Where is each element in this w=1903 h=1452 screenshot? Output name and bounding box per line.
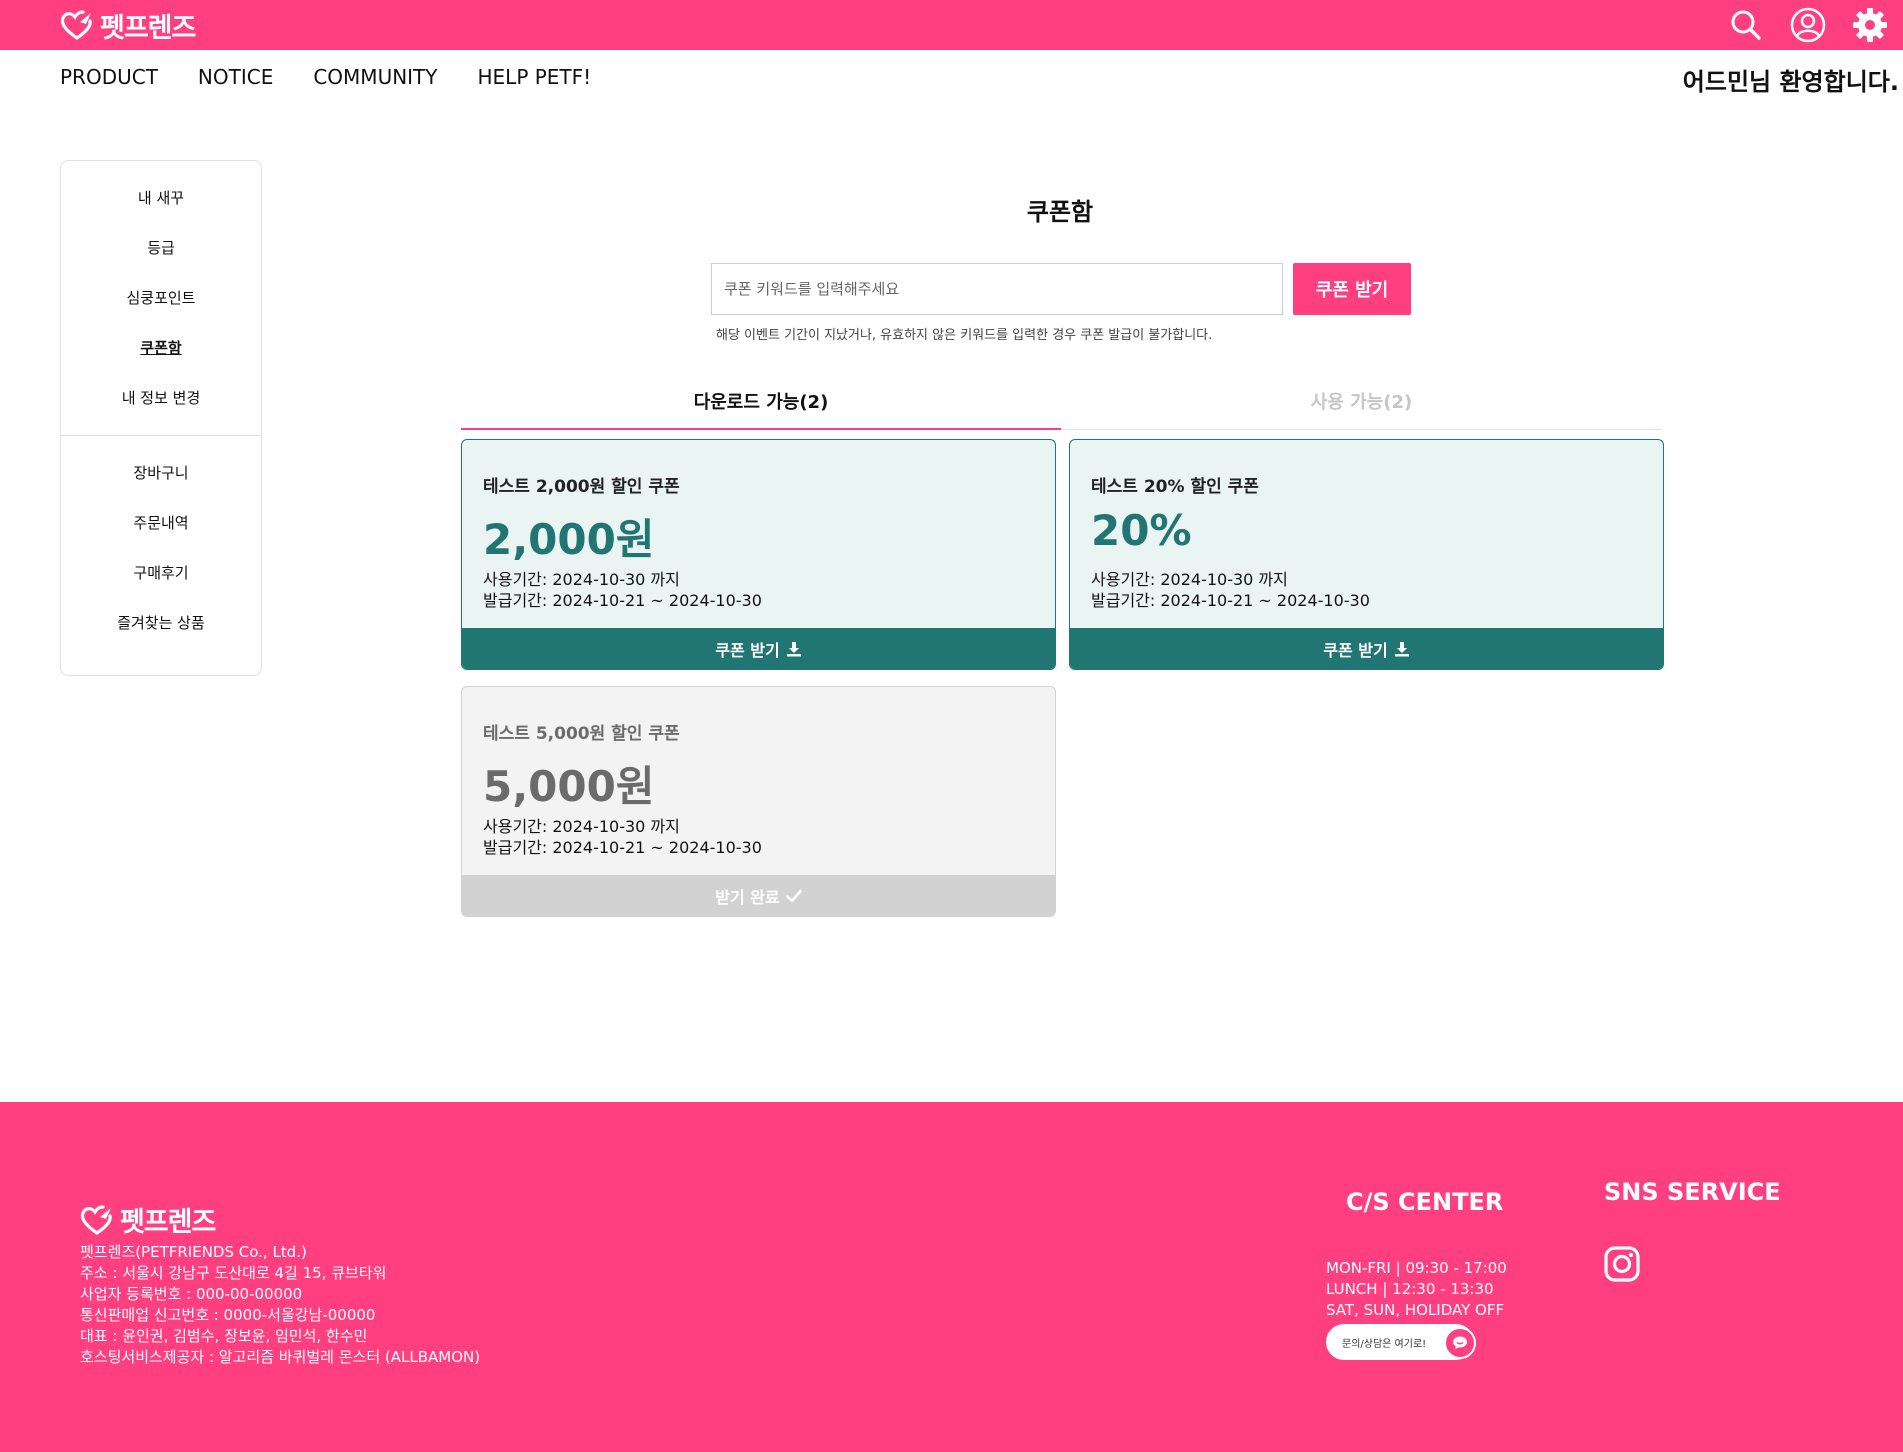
mypage-sidebar: 내 새꾸 등급 심쿵포인트 쿠폰함 내 정보 변경 장바구니 주문내역 구매후기… [60,160,262,676]
chat-bubble-icon [1444,1327,1476,1359]
download-icon [1394,641,1409,656]
coupon-download-button[interactable]: 쿠폰 받기 [1070,628,1663,669]
download-icon [786,641,801,656]
coupon-name: 테스트 5,000원 할인 쿠폰 [483,724,680,744]
cs-hours: MON-FRI | 09:30 - 17:00 LUNCH | 12:30 - … [1326,1258,1507,1321]
search-icon[interactable] [1727,6,1765,44]
company-address: 주소 : 서울시 강남구 도산대로 4길 15, 큐브타워 [80,1264,387,1282]
sns-service-title: SNS SERVICE [1604,1178,1781,1206]
coupon-amount: 5,000원 [483,762,655,811]
coupon-card-received: 테스트 5,000원 할인 쿠폰 5,000원 사용기간: 2024-10-30… [461,686,1056,917]
brand-logo-text: 펫프렌즈 [100,12,196,44]
coupon-issue-period: 발급기간: 2024-10-21 ~ 2024-10-30 [1091,591,1370,610]
heart-logo-icon [60,10,92,40]
ecommerce-number: 통신판매업 신고번호 : 0000-서울강남-00000 [80,1306,376,1324]
tab-downloadable[interactable]: 다운로드 가능(2) [461,388,1061,430]
cs-hours-off: SAT, SUN, HOLIDAY OFF [1326,1301,1505,1319]
heart-logo-icon [80,1204,112,1235]
coupon-amount: 20% [1091,506,1192,555]
coupon-received-status: 받기 완료 [462,875,1055,916]
company-name: 펫프렌즈(PETFRIENDS Co., Ltd.) [80,1243,307,1261]
check-icon [785,889,802,902]
gear-icon[interactable] [1851,6,1889,44]
coupon-download-label: 쿠폰 받기 [1323,640,1388,660]
hosting-provider: 호스팅서비스제공자 : 알고리즘 바퀴벌레 몬스터 (ALLBAMON) [80,1348,481,1366]
footer-logo[interactable]: 펫프렌즈 [80,1200,216,1239]
coupon-note: 해당 이벤트 기간이 지났거나, 유효하지 않은 키워드를 입력한 경우 쿠폰 … [716,328,1213,343]
user-icon[interactable] [1789,6,1827,44]
coupon-received-label: 받기 완료 [715,887,780,907]
chat-consult-label: 문의/상담은 여기로! [1342,1338,1427,1350]
page-title: 쿠폰함 [1026,198,1094,226]
nav-help[interactable]: HELP PETF! [478,65,592,89]
coupon-download-button[interactable]: 쿠폰 받기 [462,628,1055,669]
nav-product[interactable]: PRODUCT [60,65,158,89]
coupon-use-period: 사용기간: 2024-10-30 까지 [1091,570,1288,589]
sidebar-item-edit-info[interactable]: 내 정보 변경 [61,385,261,435]
coupon-amount: 2,000원 [483,515,655,564]
coupon-card: 테스트 20% 할인 쿠폰 20% 사용기간: 2024-10-30 까지 발급… [1069,439,1664,670]
main-nav: PRODUCT NOTICE COMMUNITY HELP PETF! 어드민님… [0,50,1903,102]
sidebar-item-orders[interactable]: 주문내역 [61,510,261,560]
sidebar-item-reviews[interactable]: 구매후기 [61,560,261,610]
coupon-download-label: 쿠폰 받기 [715,640,780,660]
coupon-issue-period: 발급기간: 2024-10-21 ~ 2024-10-30 [483,838,762,857]
instagram-icon[interactable] [1604,1246,1640,1282]
cs-center-title: C/S CENTER [1346,1188,1504,1216]
coupon-name: 테스트 2,000원 할인 쿠폰 [483,477,680,497]
tab-usable[interactable]: 사용 가능(2) [1061,388,1662,430]
footer-logo-text: 펫프렌즈 [120,1207,216,1238]
sidebar-item-coupons[interactable]: 쿠폰함 [61,335,261,385]
sidebar-item-points[interactable]: 심쿵포인트 [61,285,261,335]
coupon-card: 테스트 2,000원 할인 쿠폰 2,000원 사용기간: 2024-10-30… [461,439,1056,670]
cs-hours-lunch: LUNCH | 12:30 - 13:30 [1326,1280,1494,1298]
coupon-issue-period: 발급기간: 2024-10-21 ~ 2024-10-30 [483,591,762,610]
coupon-keyword-field [711,263,1283,315]
welcome-message: 어드민님 환영합니다. [1682,68,1899,96]
coupon-name: 테스트 20% 할인 쿠폰 [1091,477,1259,497]
brand-logo[interactable]: 펫프렌즈 [60,8,196,44]
nav-notice[interactable]: NOTICE [198,65,273,89]
chat-consult-button[interactable]: 문의/상담은 여기로! [1326,1324,1476,1360]
coupon-keyword-input[interactable] [712,264,1282,314]
sidebar-item-favorites[interactable]: 즐겨찾는 상품 [61,610,261,660]
cs-hours-weekday: MON-FRI | 09:30 - 17:00 [1326,1259,1507,1277]
representatives: 대표 : 윤인권, 김범수, 장보윤, 임민석, 한수민 [80,1327,368,1345]
sidebar-item-grade[interactable]: 등급 [61,235,261,285]
footer: 펫프렌즈 펫프렌즈(PETFRIENDS Co., Ltd.) 주소 : 서울시… [0,1102,1903,1452]
business-number: 사업자 등록번호 : 000-00-00000 [80,1285,303,1303]
coupon-use-period: 사용기간: 2024-10-30 까지 [483,570,680,589]
sidebar-item-cart[interactable]: 장바구니 [61,460,261,510]
top-bar: 펫프렌즈 [0,0,1903,50]
get-coupon-button[interactable]: 쿠폰 받기 [1293,263,1411,315]
coupon-use-period: 사용기간: 2024-10-30 까지 [483,817,680,836]
nav-community[interactable]: COMMUNITY [313,65,437,89]
coupon-tabs: 다운로드 가능(2) 사용 가능(2) [461,388,1662,430]
company-info: 펫프렌즈(PETFRIENDS Co., Ltd.) 주소 : 서울시 강남구 … [80,1242,480,1368]
